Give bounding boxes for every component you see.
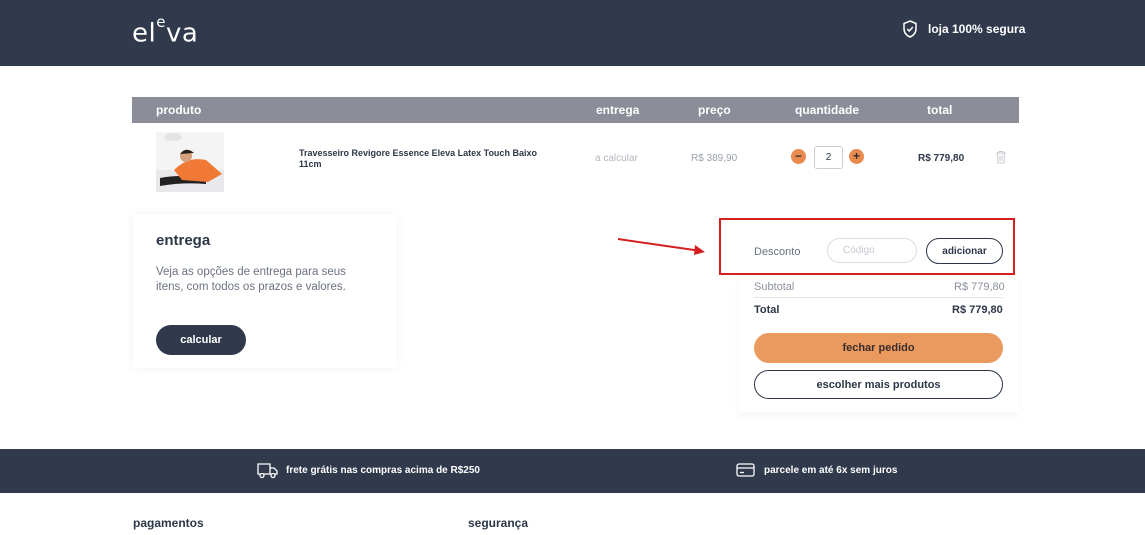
add-discount-button[interactable]: adicionar	[926, 238, 1003, 264]
col-quantity: quantidade	[795, 103, 860, 117]
credit-card-icon	[736, 463, 755, 477]
plus-icon[interactable]: +	[849, 149, 864, 164]
delivery-card: entrega Veja as opções de entrega para s…	[133, 214, 397, 368]
security-title: segurança	[468, 516, 529, 530]
site-header: eleva loja 100% segura	[0, 0, 1145, 66]
continue-shopping-button[interactable]: escolher mais produtos	[754, 370, 1003, 399]
annotation-arrow	[617, 238, 705, 255]
benefits-band	[0, 449, 1145, 493]
total-value: R$ 779,80	[952, 304, 1003, 316]
quantity-input[interactable]: 2	[814, 146, 843, 169]
payments-title: pagamentos	[133, 516, 204, 530]
minus-icon[interactable]: −	[791, 149, 806, 164]
line-total: R$ 779,80	[918, 153, 965, 164]
product-thumbnail[interactable]	[156, 132, 224, 192]
delivery-value: a calcular	[595, 153, 638, 164]
discount-label: Desconto	[754, 246, 801, 258]
col-delivery: entrega	[596, 103, 640, 117]
secure-store-badge: loja 100% segura	[902, 20, 1025, 38]
col-product: produto	[156, 103, 202, 117]
shield-icon	[903, 20, 917, 38]
subtotal-label: Subtotal	[754, 281, 795, 293]
discount-code-input[interactable]	[827, 238, 917, 263]
delivery-description: Veja as opções de entrega para seus iten…	[156, 266, 346, 293]
free-shipping-text: frete grátis nas compras acima de R$250	[286, 465, 480, 476]
secure-label: loja 100% segura	[928, 22, 1026, 36]
divider	[754, 297, 1003, 298]
trash-icon[interactable]	[995, 150, 1007, 164]
total-label: Total	[754, 304, 780, 316]
subtotal-value: R$ 779,80	[954, 281, 1005, 293]
calculate-button[interactable]: calcular	[156, 325, 246, 355]
cart-table-header: produto entrega preço quantidade total	[132, 97, 1019, 123]
col-price: preço	[698, 103, 731, 117]
unit-price: R$ 389,90	[691, 153, 738, 164]
installments-text: parcele em até 6x sem juros	[764, 465, 898, 476]
product-name[interactable]: Travesseiro Revigore Essence Eleva Latex…	[299, 148, 559, 170]
delivery-title: entrega	[156, 232, 211, 249]
logo[interactable]: eleva	[132, 13, 198, 49]
truck-icon	[257, 463, 278, 479]
col-total: total	[927, 103, 953, 117]
checkout-button[interactable]: fechar pedido	[754, 333, 1003, 363]
